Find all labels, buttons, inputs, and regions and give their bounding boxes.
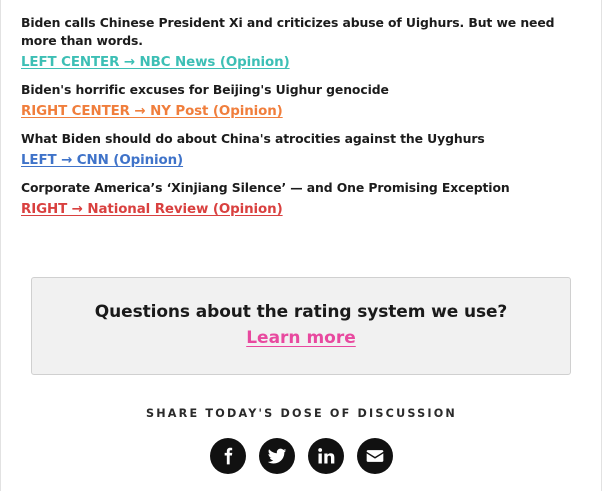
share-label: SHARE TODAY'S DOSE OF DISCUSSION (145, 407, 457, 420)
email-share-button[interactable] (357, 438, 393, 474)
article-item: Biden's horrific excuses for Beijing's U… (21, 81, 581, 130)
twitter-icon (267, 448, 287, 464)
article-source-link[interactable]: LEFT CENTER → NBC News (Opinion) (21, 54, 290, 72)
share-buttons (0, 438, 603, 474)
facebook-share-button[interactable] (210, 438, 246, 474)
email-icon (366, 450, 384, 462)
facebook-icon (224, 447, 233, 465)
article-list: Biden calls Chinese President Xi and cri… (21, 14, 581, 228)
rating-question: Questions about the rating system we use… (94, 302, 508, 322)
article-item: What Biden should do about China's atroc… (21, 130, 581, 179)
linkedin-icon (318, 448, 335, 464)
rating-info-box: Questions about the rating system we use… (31, 277, 571, 375)
twitter-share-button[interactable] (259, 438, 295, 474)
learn-more-link[interactable]: Learn more (246, 327, 356, 349)
article-source-link[interactable]: RIGHT → National Review (Opinion) (21, 201, 283, 219)
article-headline: What Biden should do about China's atroc… (21, 131, 485, 146)
article-headline: Corporate America’s ‘Xinjiang Silence’ —… (21, 180, 510, 195)
linkedin-share-button[interactable] (308, 438, 344, 474)
article-source-link[interactable]: LEFT → CNN (Opinion) (21, 152, 183, 170)
article-item: Corporate America’s ‘Xinjiang Silence’ —… (21, 179, 581, 228)
article-headline: Biden's horrific excuses for Beijing's U… (21, 82, 389, 97)
article-headline: Biden calls Chinese President Xi and cri… (21, 15, 555, 48)
article-source-link[interactable]: RIGHT CENTER → NY Post (Opinion) (21, 103, 283, 121)
article-item: Biden calls Chinese President Xi and cri… (21, 14, 581, 81)
